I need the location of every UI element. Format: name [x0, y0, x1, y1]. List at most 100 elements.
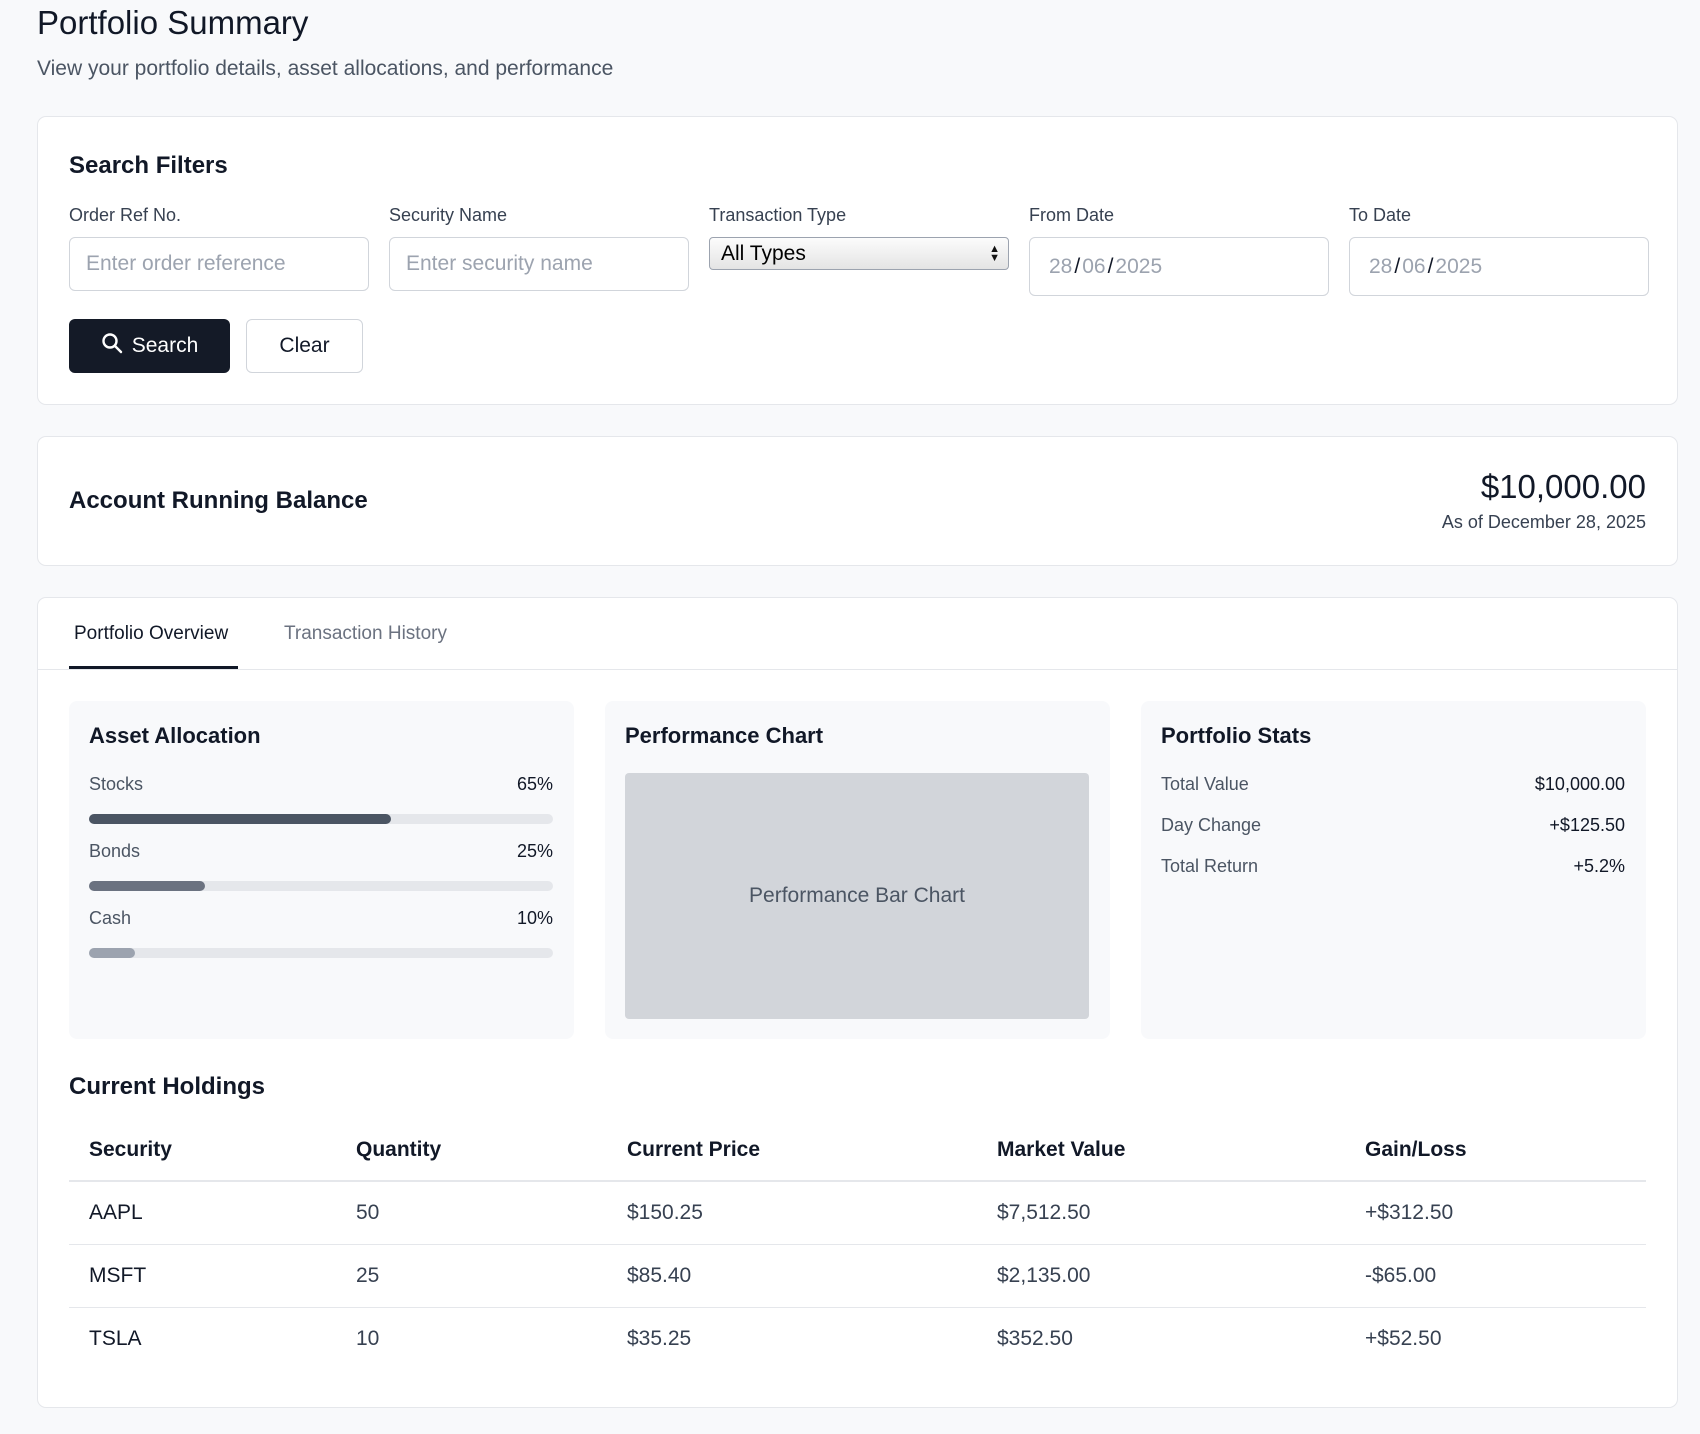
date-separator: / — [1394, 254, 1401, 278]
asset-allocation-panel: Asset Allocation Stocks 65% Bonds 25% Ca… — [69, 701, 574, 1039]
allocation-row-stocks: Stocks 65% — [89, 774, 553, 824]
transaction-type-label: Transaction Type — [709, 205, 847, 225]
active-tab-indicator — [69, 666, 238, 669]
page-subtitle: View your portfolio details, asset alloc… — [37, 57, 614, 80]
allocation-name: Bonds — [89, 841, 141, 861]
from-date-month: 06 — [1082, 254, 1106, 278]
portfolio-stats-panel: Portfolio Stats Total Value $10,000.00 D… — [1141, 701, 1646, 1039]
allocation-name: Stocks — [89, 774, 144, 794]
table-row: MSFT 25 $85.40 $2,135.00 -$65.00 — [69, 1244, 1646, 1308]
page-title: Portfolio Summary — [37, 4, 309, 41]
column-header-security: Security — [69, 1119, 336, 1182]
asset-allocation-title: Asset Allocation — [89, 723, 261, 748]
search-button[interactable]: Search — [69, 319, 230, 373]
stat-total-return: Total Return +5.2% — [1161, 856, 1625, 877]
cell-security: MSFT — [69, 1244, 336, 1308]
cell-quantity: 10 — [356, 1326, 380, 1350]
search-icon — [101, 332, 123, 360]
from-date-label: From Date — [1029, 205, 1115, 225]
cell-quantity: 50 — [336, 1181, 607, 1245]
table-row: AAPL 50 $150.25 $7,512.50 +$312.50 — [69, 1181, 1646, 1245]
cell-market-value: $7,512.50 — [977, 1181, 1345, 1245]
performance-chart-panel: Performance Chart Performance Bar Chart — [605, 701, 1110, 1039]
allocation-bar-fill — [89, 814, 391, 824]
from-date-year: 2025 — [1115, 254, 1163, 278]
stat-value: +5.2% — [1573, 856, 1625, 876]
balance-card: Account Running Balance $10,000.00 As of… — [37, 436, 1678, 566]
to-date-input[interactable]: 28/06/2025 — [1349, 237, 1649, 296]
filters-title: Search Filters — [69, 152, 228, 179]
allocation-percent: 10% — [516, 908, 553, 928]
holdings-title: Current Holdings — [69, 1073, 265, 1100]
order-ref-input[interactable] — [69, 237, 369, 291]
stat-total-value: Total Value $10,000.00 — [1161, 774, 1625, 795]
date-separator: / — [1427, 254, 1434, 278]
table-row: TSLA 10 $35.25 $352.50 +$52.50 — [69, 1307, 1646, 1370]
security-name-label: Security Name — [389, 205, 508, 225]
allocation-name: Cash — [89, 908, 132, 928]
cell-gain-loss: -$65.00 — [1345, 1244, 1646, 1308]
column-header-current-price: Current Price — [607, 1119, 977, 1182]
performance-chart-title: Performance Chart — [625, 723, 824, 748]
allocation-row-bonds: Bonds 25% — [89, 841, 553, 891]
transaction-type-value: All Types — [721, 241, 806, 265]
cell-current-price: $150.25 — [607, 1181, 977, 1245]
transaction-type-select[interactable]: All Types ▲ ▼ — [709, 237, 1009, 270]
allocation-bar-track — [89, 881, 553, 891]
allocation-bar-fill — [89, 948, 136, 958]
to-date-day: 28 — [1369, 254, 1393, 278]
cell-security: AAPL — [69, 1181, 336, 1245]
stat-label: Total Value — [1161, 774, 1249, 794]
balance-label: Account Running Balance — [69, 487, 368, 514]
allocation-percent: 25% — [516, 841, 553, 861]
select-arrows-icon: ▲ ▼ — [989, 242, 1000, 264]
security-name-field: Security Name — [389, 205, 689, 291]
cell-quantity: 25 — [336, 1244, 607, 1308]
stat-label: Day Change — [1161, 815, 1262, 835]
from-date-field: From Date 28/06/2025 — [1029, 205, 1329, 296]
clear-button[interactable]: Clear — [246, 319, 363, 373]
cell-gain-loss: +$312.50 — [1345, 1181, 1646, 1245]
tab-transaction-history[interactable]: Transaction History — [284, 623, 447, 645]
order-ref-label: Order Ref No. — [69, 205, 182, 225]
column-header-market-value: Market Value — [977, 1119, 1345, 1182]
allocation-bar-track — [89, 814, 553, 824]
allocation-bar-track — [89, 948, 553, 958]
order-ref-field: Order Ref No. — [69, 205, 369, 291]
cell-current-price: $85.40 — [607, 1244, 977, 1308]
allocation-bar-fill — [89, 881, 205, 891]
allocation-row-cash: Cash 10% — [89, 908, 553, 958]
holdings-header-row: Security Quantity Current Price Market V… — [69, 1119, 1646, 1182]
tab-bar: Portfolio Overview Transaction History — [38, 598, 1677, 670]
cell-security: TSLA — [89, 1326, 142, 1350]
tab-portfolio-overview[interactable]: Portfolio Overview — [74, 623, 228, 645]
to-date-year: 2025 — [1435, 254, 1483, 278]
transaction-type-field: Transaction Type All Types ▲ ▼ — [709, 205, 1009, 270]
search-filters-card: Search Filters Order Ref No. Security Na… — [37, 116, 1678, 405]
cell-market-value: $352.50 — [997, 1326, 1073, 1350]
from-date-input[interactable]: 28/06/2025 — [1029, 237, 1329, 296]
to-date-field: To Date 28/06/2025 — [1349, 205, 1649, 296]
from-date-day: 28 — [1049, 254, 1073, 278]
cell-market-value: $2,135.00 — [977, 1244, 1345, 1308]
cell-gain-loss: +$52.50 — [1365, 1326, 1442, 1350]
portfolio-tabs-card: Portfolio Overview Transaction History A… — [37, 597, 1678, 1408]
to-date-label: To Date — [1349, 205, 1412, 225]
allocation-percent: 65% — [516, 774, 553, 794]
stat-value: +$125.50 — [1549, 815, 1625, 835]
to-date-month: 06 — [1402, 254, 1426, 278]
balance-date: As of December 28, 2025 — [1441, 512, 1646, 532]
stat-day-change: Day Change +$125.50 — [1161, 815, 1625, 836]
column-header-quantity: Quantity — [336, 1119, 607, 1182]
portfolio-stats-title: Portfolio Stats — [1161, 723, 1312, 748]
performance-chart-placeholder: Performance Bar Chart — [625, 773, 1089, 1019]
stat-label: Total Return — [1161, 856, 1259, 876]
date-separator: / — [1074, 254, 1081, 278]
search-button-label: Search — [131, 334, 199, 357]
cell-current-price: $35.25 — [627, 1326, 692, 1350]
date-separator: / — [1107, 254, 1114, 278]
holdings-table: Security Quantity Current Price Market V… — [69, 1119, 1646, 1370]
security-name-input[interactable] — [389, 237, 689, 291]
stat-value: $10,000.00 — [1534, 774, 1625, 794]
balance-amount: $10,000.00 — [1480, 468, 1646, 505]
